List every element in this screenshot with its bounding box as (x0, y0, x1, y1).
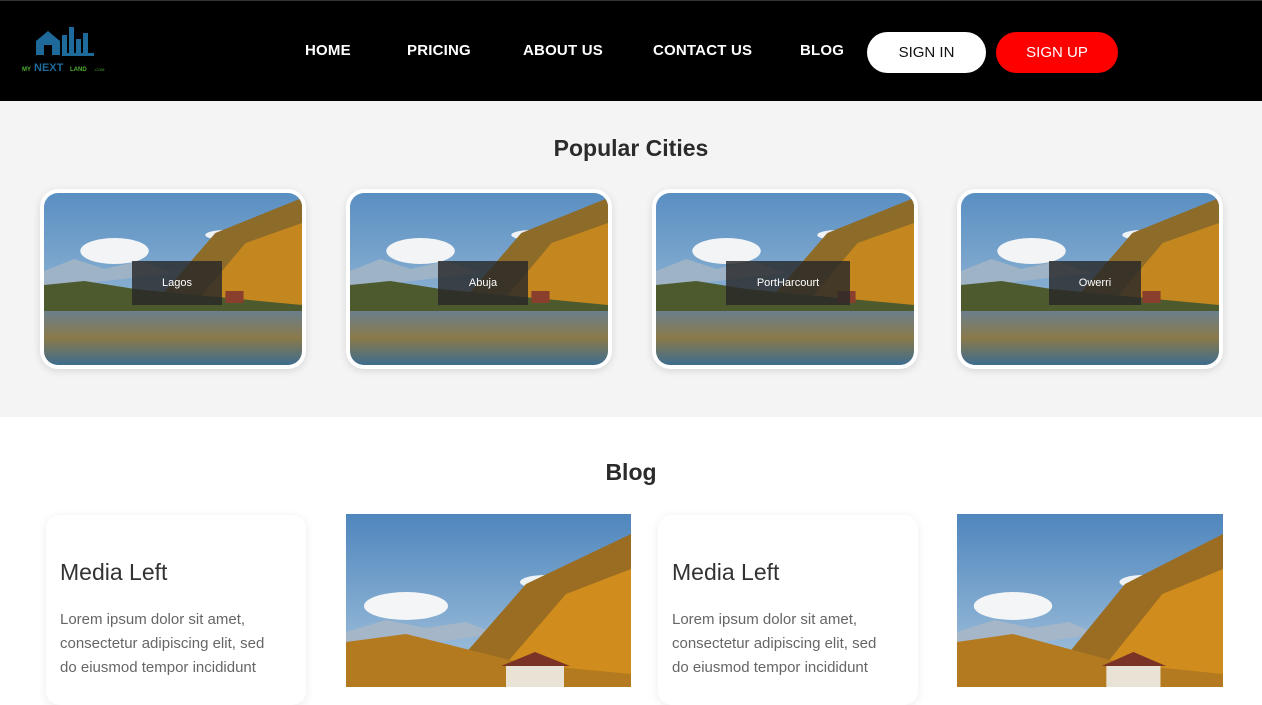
nav-pricing[interactable]: PRICING (407, 42, 471, 59)
svg-text:NEXT: NEXT (34, 62, 64, 74)
logo-icon: MY NEXT LAND .COM (22, 27, 104, 74)
section-title: Blog (605, 459, 657, 485)
blog-post-card[interactable]: Media Left Lorem ipsum dolor sit amet, c… (658, 515, 918, 705)
blog-post-excerpt: Lorem ipsum dolor sit amet, consectetur … (60, 611, 265, 676)
blog-post-image[interactable] (346, 514, 631, 687)
city-card-portharcourt[interactable]: PortHarcourt (652, 189, 918, 369)
blog-post-title: Media Left (60, 559, 168, 585)
city-card-owerri[interactable]: Owerri (957, 189, 1223, 369)
blog-post-image[interactable] (957, 514, 1223, 687)
city-name-label: Owerri (1049, 261, 1141, 305)
nav-about-us[interactable]: ABOUT US (523, 42, 603, 59)
svg-text:MY: MY (22, 67, 31, 73)
city-name-label: PortHarcourt (726, 261, 850, 305)
city-photo: PortHarcourt (656, 193, 914, 365)
city-photo: Abuja (350, 193, 608, 365)
city-name-label: Abuja (438, 261, 528, 305)
sign-in-button[interactable]: SIGN IN (867, 32, 986, 73)
nav-contact-us[interactable]: CONTACT US (653, 42, 752, 59)
popular-cities-section: Popular Cities Lagos Abuja PortHarcourt … (0, 101, 1262, 417)
sign-up-button[interactable]: SIGN UP (996, 32, 1118, 73)
city-card-abuja[interactable]: Abuja (346, 189, 612, 369)
blog-post-title: Media Left (672, 559, 780, 585)
site-header: MY NEXT LAND .COM HOME PRICING ABOUT US … (0, 0, 1262, 101)
forest-house-image (957, 514, 1223, 687)
svg-text:LAND: LAND (70, 67, 87, 73)
nav-home[interactable]: HOME (305, 42, 351, 59)
blog-post-card[interactable]: Media Left Lorem ipsum dolor sit amet, c… (46, 515, 306, 705)
blog-post-excerpt: Lorem ipsum dolor sit amet, consectetur … (672, 611, 877, 676)
nav-blog[interactable]: BLOG (800, 42, 844, 59)
city-card-lagos[interactable]: Lagos (40, 189, 306, 369)
mynextland-logo[interactable]: MY NEXT LAND .COM (22, 23, 114, 75)
forest-house-image (346, 514, 631, 687)
svg-text:.COM: .COM (94, 67, 104, 72)
city-name-label: Lagos (132, 261, 222, 305)
city-photo: Owerri (961, 193, 1219, 365)
city-photo: Lagos (44, 193, 302, 365)
section-title: Popular Cities (553, 135, 709, 161)
